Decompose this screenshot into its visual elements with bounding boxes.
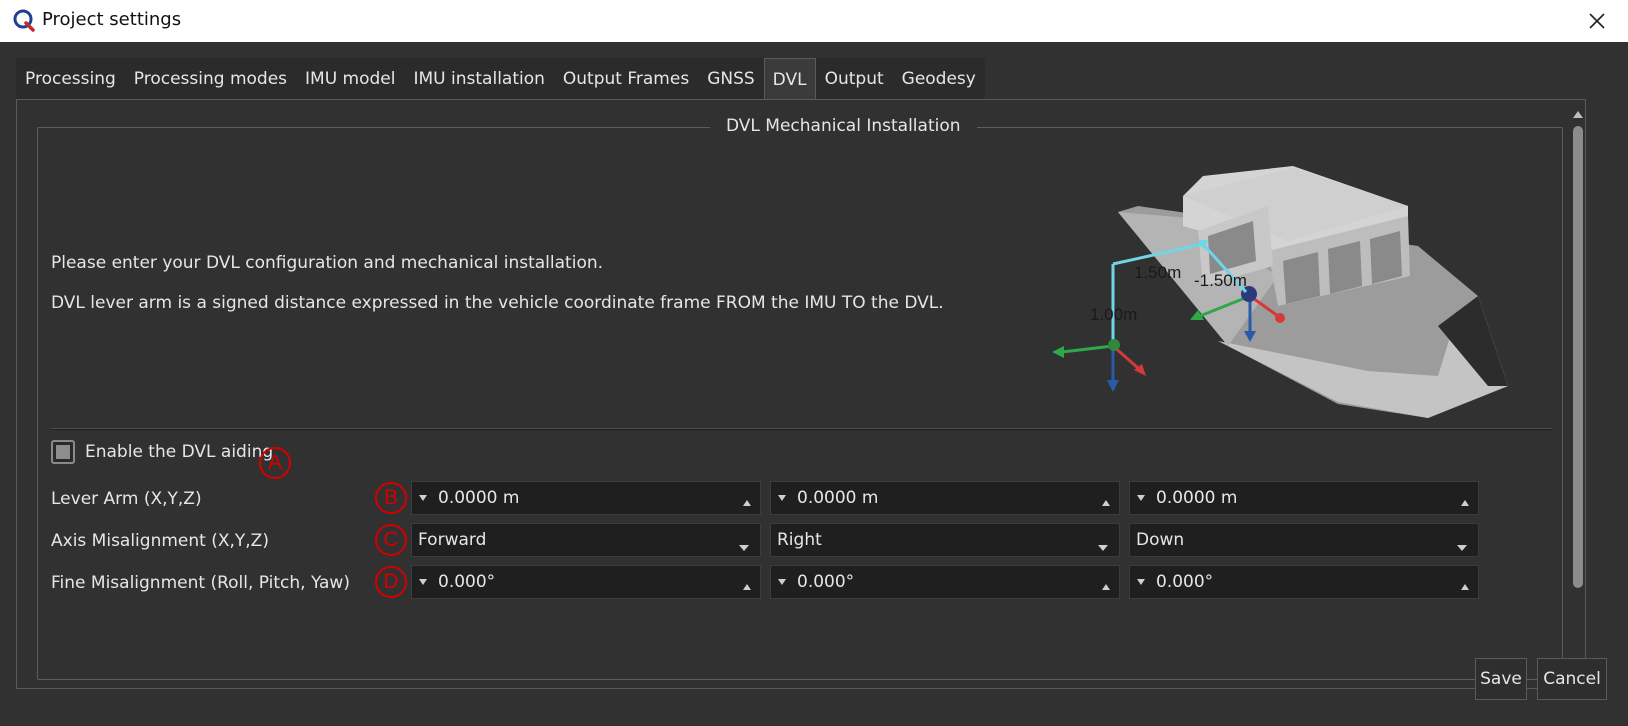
spin-down-icon[interactable]: [771, 494, 793, 502]
axis-y-combobox[interactable]: Right: [770, 523, 1120, 557]
axis-z-value: Down: [1136, 530, 1185, 550]
lever-arm-label: Lever Arm (X,Y,Z): [51, 489, 202, 509]
lever-arm-x-value: 0.0000 m: [438, 488, 520, 508]
enable-dvl-aiding-label: Enable the DVL aiding: [85, 442, 274, 462]
spin-down-icon[interactable]: [1130, 578, 1152, 586]
lever-arm-z-value: 0.0000 m: [1156, 488, 1238, 508]
tab-processing[interactable]: Processing: [16, 58, 125, 100]
lever-arm-explanation: DVL lever arm is a signed distance expre…: [51, 293, 944, 313]
tab-gnss[interactable]: GNSS: [698, 58, 763, 100]
checkbox-box[interactable]: [51, 440, 75, 464]
intro-text: Please enter your DVL configuration and …: [51, 253, 604, 273]
enable-dvl-aiding-checkbox[interactable]: Enable the DVL aiding: [51, 436, 273, 468]
triangle-up-icon: [1573, 111, 1583, 118]
pitch-spinbox[interactable]: 0.000°: [770, 565, 1120, 599]
axis-x-value: Forward: [418, 530, 487, 550]
lever-arm-x-spinbox[interactable]: 0.0000 m: [411, 481, 761, 515]
axis-y-value: Right: [777, 530, 822, 550]
axis-z-combobox[interactable]: Down: [1129, 523, 1479, 557]
chevron-down-icon: [738, 537, 750, 557]
dvl-installation-group: DVL Mechanical Installation Please enter…: [37, 116, 1563, 680]
title-bar: Project settings: [0, 0, 1628, 42]
lever-z-label: 1.00m: [1090, 305, 1137, 324]
lever-arm-y-value: 0.0000 m: [797, 488, 879, 508]
pitch-value: 0.000°: [797, 572, 855, 592]
q-logo-icon: [13, 9, 35, 32]
tab-geodesy[interactable]: Geodesy: [893, 58, 985, 100]
spin-down-icon[interactable]: [412, 494, 434, 502]
checkbox-indicator: [56, 445, 70, 459]
spin-up-icon[interactable]: [1101, 492, 1111, 512]
lever-y-label: -1.50m: [1194, 271, 1247, 290]
chevron-down-icon: [1097, 537, 1109, 557]
save-button[interactable]: Save: [1475, 658, 1527, 700]
spin-up-icon[interactable]: [1460, 492, 1470, 512]
tab-output[interactable]: Output: [816, 58, 893, 100]
axis-x-combobox[interactable]: Forward: [411, 523, 761, 557]
annotation-marker-a: A: [259, 447, 291, 479]
scroll-up-button[interactable]: [1570, 106, 1586, 122]
spin-up-icon[interactable]: [1460, 576, 1470, 596]
spin-down-icon[interactable]: [1130, 494, 1152, 502]
close-icon: [1589, 13, 1605, 29]
lever-arm-y-spinbox[interactable]: 0.0000 m: [770, 481, 1120, 515]
yaw-value: 0.000°: [1156, 572, 1214, 592]
chevron-down-icon: [1456, 537, 1468, 557]
vertical-scrollbar[interactable]: [1570, 102, 1586, 686]
spin-down-icon[interactable]: [771, 578, 793, 586]
group-title: DVL Mechanical Installation: [710, 116, 977, 136]
spin-down-icon[interactable]: [412, 578, 434, 586]
axis-misalignment-label: Axis Misalignment (X,Y,Z): [51, 531, 269, 551]
lever-x-label: 1.50m: [1134, 263, 1181, 282]
fine-misalignment-label: Fine Misalignment (Roll, Pitch, Yaw): [51, 573, 350, 593]
roll-spinbox[interactable]: 0.000°: [411, 565, 761, 599]
roll-value: 0.000°: [438, 572, 496, 592]
tab-processing-modes[interactable]: Processing modes: [125, 58, 296, 100]
tab-imu-installation[interactable]: IMU installation: [405, 58, 554, 100]
spin-up-icon[interactable]: [742, 492, 752, 512]
separator: [51, 428, 1552, 430]
boat-installation-diagram: 1.50m -1.50m 1.00m: [1052, 166, 1508, 418]
tab-imu-model[interactable]: IMU model: [296, 58, 404, 100]
yaw-spinbox[interactable]: 0.000°: [1129, 565, 1479, 599]
window-title: Project settings: [42, 9, 182, 30]
tab-bar: Processing Processing modes IMU model IM…: [16, 58, 985, 100]
scroll-thumb[interactable]: [1573, 126, 1583, 588]
lever-arm-z-spinbox[interactable]: 0.0000 m: [1129, 481, 1479, 515]
spin-up-icon[interactable]: [1101, 576, 1111, 596]
spin-up-icon[interactable]: [742, 576, 752, 596]
close-button[interactable]: [1582, 6, 1612, 36]
cancel-button[interactable]: Cancel: [1537, 658, 1607, 700]
tab-output-frames[interactable]: Output Frames: [554, 58, 698, 100]
tab-dvl[interactable]: DVL: [763, 58, 816, 100]
annotation-marker-d: D: [375, 566, 407, 598]
dialog-body: Processing Processing modes IMU model IM…: [0, 42, 1628, 726]
annotation-marker-b: B: [375, 482, 407, 514]
annotation-marker-c: C: [375, 524, 407, 556]
